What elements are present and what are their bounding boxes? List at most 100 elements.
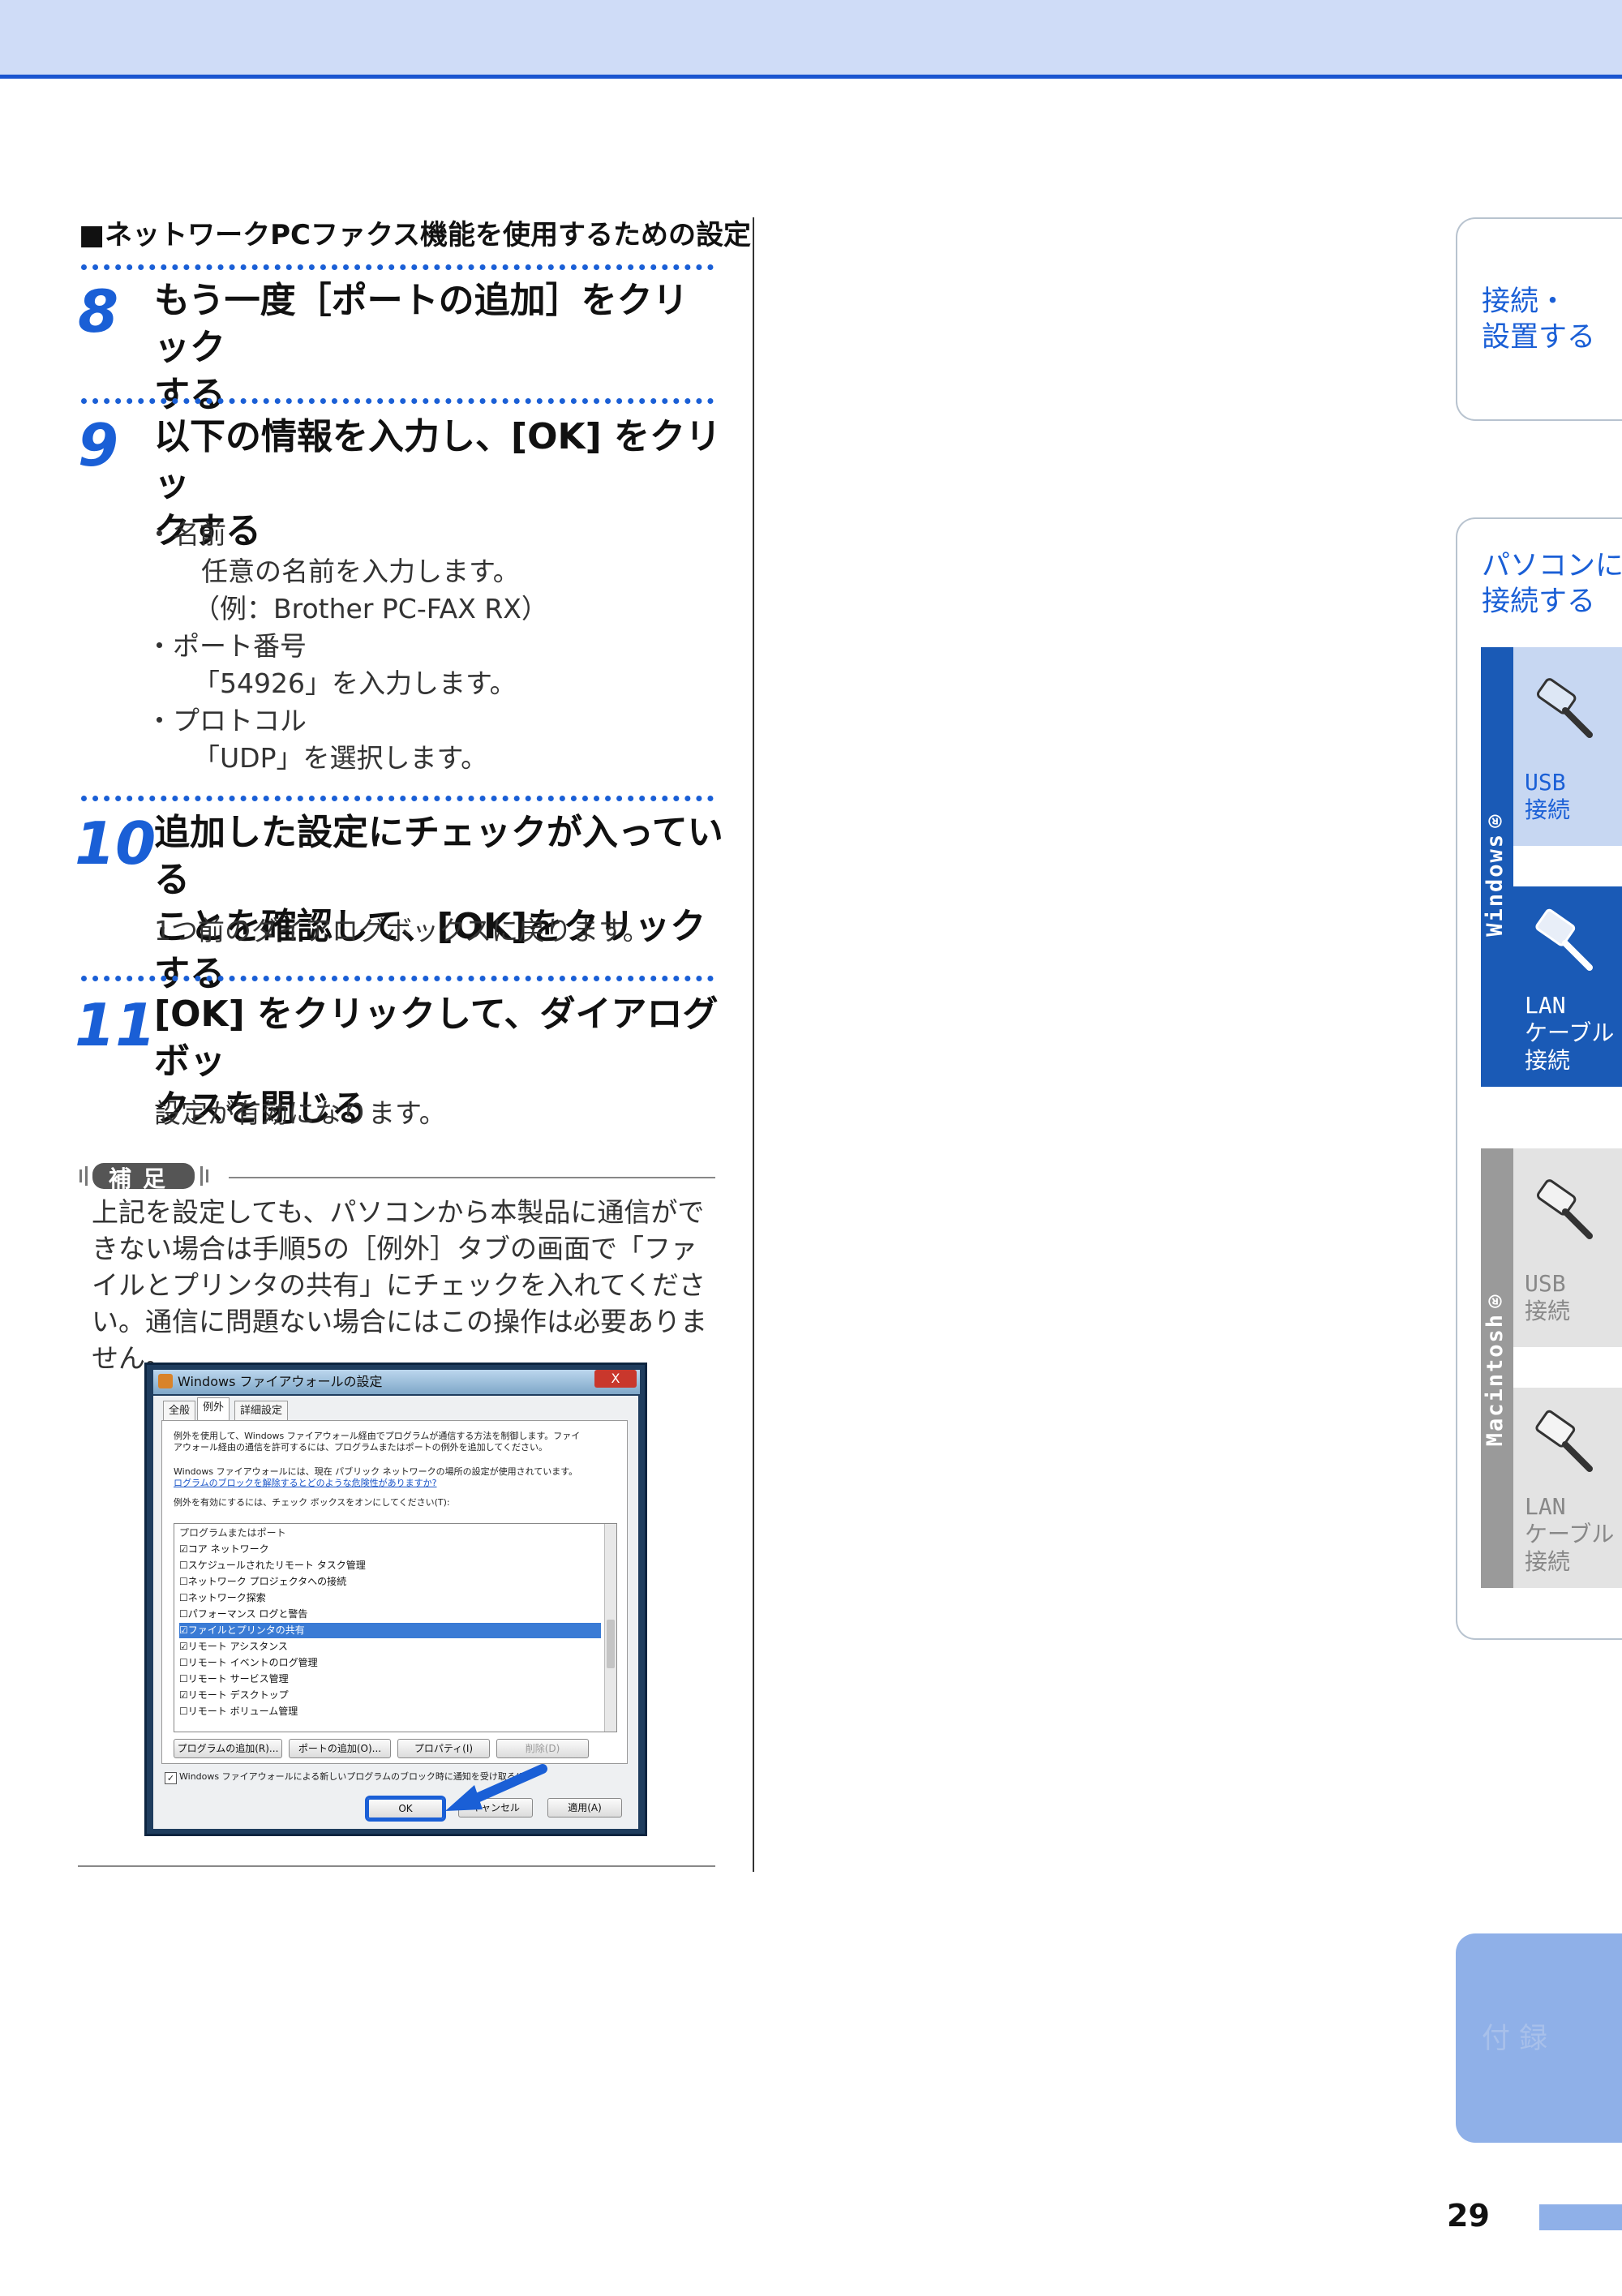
exception-list-item[interactable]: ☐リモート ボリューム管理 [179, 1704, 601, 1719]
page-number: 29 [1447, 2198, 1490, 2234]
note-badge-label: 補足 [109, 1165, 178, 1192]
checkbox-checked-icon[interactable]: ☑ [179, 1641, 188, 1652]
exception-label: リモート イベントのログ管理 [187, 1657, 318, 1668]
exception-list-item[interactable]: ☐ネットワーク プロジェクタへの接続 [179, 1574, 601, 1590]
checkbox-unchecked-icon[interactable]: ☐ [179, 1560, 188, 1571]
checkbox-unchecked-icon[interactable]: ☐ [179, 1673, 188, 1684]
exception-label: コア ネットワーク [187, 1543, 269, 1555]
exception-list-item[interactable]: ☐スケジュールされたリモート タスク管理 [179, 1558, 601, 1573]
checkbox-unchecked-icon[interactable]: ☐ [179, 1576, 188, 1587]
firewall-icon [158, 1374, 173, 1388]
list-header: プログラムまたはポート [179, 1527, 286, 1539]
dialog-title: Windows ファイアウォールの設定 [153, 1370, 640, 1394]
exception-list-item[interactable]: ☑ファイルとプリンタの共有 [179, 1623, 601, 1638]
macintosh-label: Macintosh® [1483, 1286, 1508, 1447]
exception-label: リモート デスクトップ [187, 1689, 289, 1701]
checkbox-checked-icon[interactable]: ☑ [179, 1543, 188, 1555]
ok-button[interactable]: OK [367, 1798, 444, 1819]
tab-pc-connect-label: パソコンに 接続する [1482, 550, 1622, 618]
header-band [0, 0, 1622, 79]
step-title: 追加した設定にチェックが入っている ことを確認して、[OK]をクリックする [154, 809, 738, 998]
lan-label: LAN ケーブル 接続 [1525, 1493, 1615, 1575]
tab-appendix-label: 付 録 [1482, 2023, 1548, 2055]
step-title-line: [OK] をクリックして、ダイアログボッ [154, 994, 719, 1082]
checkbox-unchecked-icon[interactable]: ☐ [179, 1706, 188, 1717]
tab-connect-setup-label: 接続・ 設置する [1482, 285, 1596, 354]
column-divider [753, 217, 754, 1872]
checkbox-unchecked-icon[interactable]: ☐ [179, 1608, 188, 1620]
checkbox-checked-icon[interactable]: ☑ [179, 1689, 188, 1701]
tab-appendix[interactable]: 付 録 [1456, 1933, 1622, 2143]
exception-label: リモート アシスタンス [187, 1641, 288, 1652]
dotted-divider [81, 796, 714, 801]
usb-label: USB 接続 [1525, 769, 1571, 823]
bullet-label: ・ポート番号 [146, 630, 307, 662]
exception-list-item[interactable]: ☑リモート デスクトップ [179, 1688, 601, 1703]
note-text: 上記を設定しても、パソコンから本製品に通信ができない場合は手順5の［例外］タブの… [92, 1196, 707, 1374]
bullet-detail: 任意の名前を入力します。 [201, 556, 520, 587]
bullet-detail: （例：Brother PC-FAX RX） [193, 593, 548, 624]
panel-text: アウォール経由の通信を許可するには、プログラムまたはポートの例外を追加してくださ… [174, 1442, 548, 1453]
note-rule [229, 1177, 715, 1178]
step-description: 1つ前のダイアログボックスに戻ります。 [154, 915, 650, 946]
step-title-line: もう一度［ポートの追加］をクリック [154, 280, 689, 368]
delete-button[interactable]: 削除(D) [496, 1739, 589, 1758]
exception-list-item[interactable]: ☐パフォーマンス ログと警告 [179, 1607, 601, 1622]
step-title-line: 追加した設定にチェックが入っている [154, 812, 723, 900]
dialog-close-button[interactable]: X [594, 1370, 637, 1388]
step-number: 8 [78, 277, 119, 345]
windows-usb-item[interactable]: USB 接続 [1513, 647, 1622, 846]
dotted-divider [81, 264, 714, 270]
bullet-label: ・プロトコル [146, 705, 307, 736]
add-port-button[interactable]: ポートの追加(O)... [289, 1739, 391, 1758]
usb-label: USB 接続 [1525, 1270, 1571, 1324]
tab-general[interactable]: 全般 [163, 1401, 196, 1421]
exceptions-list: プログラムまたはポート ☑コア ネットワーク ☐スケジュールされたリモート タスク… [174, 1523, 617, 1732]
exception-list-item[interactable]: ☑コア ネットワーク [179, 1542, 601, 1557]
lan-cable-icon [1535, 1410, 1593, 1472]
checkbox-unchecked-icon[interactable]: ☐ [179, 1592, 188, 1603]
exception-label: ファイルとプリンタの共有 [187, 1624, 305, 1636]
tab-exceptions[interactable]: 例外 [197, 1397, 230, 1421]
dotted-divider [81, 976, 714, 981]
bullet-list: ・名前 任意の名前を入力します。 （例：Brother PC-FAX RX） ・… [146, 516, 548, 777]
windows-strip: Windows® [1481, 647, 1513, 1087]
macintosh-strip: Macintosh® [1481, 1148, 1513, 1588]
scrollbar-thumb[interactable] [607, 1620, 615, 1668]
bullet-detail: 「UDP」を選択します。 [193, 742, 488, 774]
pointer-arrow-icon [445, 1764, 547, 1811]
exception-list-item[interactable]: ☐ネットワーク探索 [179, 1590, 601, 1606]
firewall-dialog-screenshot: Windows ファイアウォールの設定 X 全般 例外 詳細設定 例外を使用して… [144, 1363, 647, 1836]
tab-connect-setup[interactable]: 接続・ 設置する [1456, 217, 1622, 421]
page-number-bar [1539, 2204, 1622, 2230]
list-scrollbar[interactable] [604, 1524, 616, 1732]
step-description: 設定が有効になります。 [154, 1097, 446, 1129]
checkbox-unchecked-icon[interactable]: ☐ [179, 1657, 188, 1668]
section-heading: ■ネットワークPCファクス機能を使用するための設定 [79, 219, 751, 251]
tab-advanced[interactable]: 詳細設定 [234, 1401, 289, 1421]
bullet-detail: 「54926」を入力します。 [193, 667, 517, 699]
mac-lan-item[interactable]: LAN ケーブル 接続 [1513, 1388, 1622, 1588]
notify-checkbox[interactable]: ✓ [165, 1772, 177, 1784]
step-number: 10 [75, 809, 157, 878]
exception-label: ネットワーク プロジェクタへの接続 [187, 1576, 347, 1587]
lan-label: LAN ケーブル 接続 [1525, 992, 1615, 1074]
exception-list-item[interactable]: ☑リモート アシスタンス [179, 1639, 601, 1654]
lan-cable-icon [1535, 908, 1593, 971]
mac-usb-item[interactable]: USB 接続 [1513, 1148, 1622, 1347]
add-program-button[interactable]: プログラムの追加(R)... [174, 1739, 282, 1758]
panel-text: 例外を有効にするには、チェック ボックスをオンにしてください(T): [174, 1497, 450, 1508]
exception-list-item[interactable]: ☐リモート サービス管理 [179, 1672, 601, 1687]
exception-list-item[interactable]: ☐リモート イベントのログ管理 [179, 1655, 601, 1671]
step-title: もう一度［ポートの追加］をクリック する [154, 277, 722, 418]
panel-text: Windows ファイアウォールには、現在 パブリック ネットワークの場所の設定… [174, 1466, 578, 1477]
properties-button[interactable]: プロパティ(I) [397, 1739, 490, 1758]
checkbox-checked-icon[interactable]: ☑ [179, 1624, 188, 1636]
bullet-label: ・名前 [146, 518, 226, 550]
exception-label: ネットワーク探索 [187, 1592, 266, 1603]
usb-cable-icon [1536, 678, 1593, 738]
apply-button[interactable]: 適用(A) [547, 1798, 622, 1817]
windows-lan-item[interactable]: LAN ケーブル 接続 [1513, 886, 1622, 1087]
help-link[interactable]: ログラムのブロックを解除するとどのような危険性がありますか? [174, 1478, 437, 1489]
exception-label: パフォーマンス ログと警告 [187, 1608, 308, 1620]
